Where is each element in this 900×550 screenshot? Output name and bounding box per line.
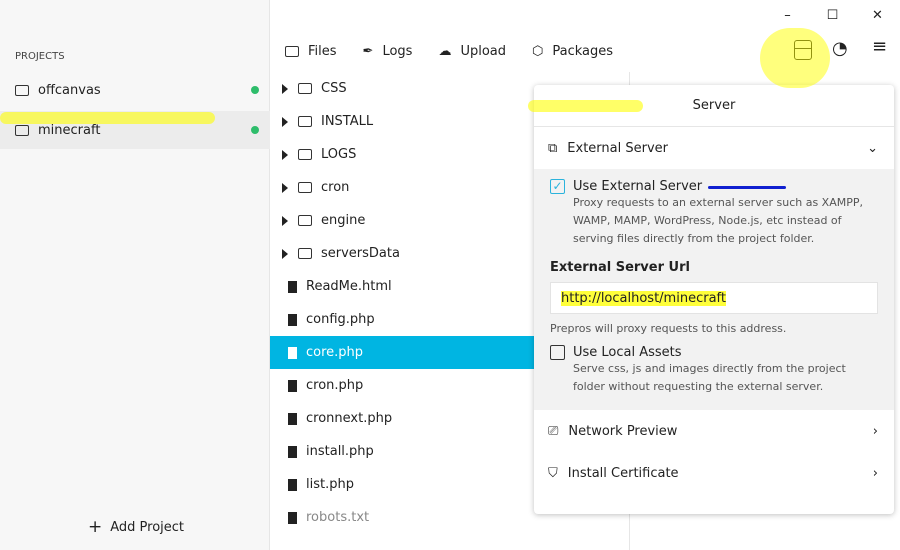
close-button[interactable]: ✕ xyxy=(855,0,900,30)
server-popover: Server ⧉ External Server ⌄ ✓ Use External S… xyxy=(534,85,894,514)
tab-logs[interactable]: ✒ Logs xyxy=(363,44,413,59)
url-value: http://localhost/minecraft xyxy=(561,290,726,306)
folder-icon xyxy=(298,116,312,127)
use-local-desc: Serve css, js and images directly from t… xyxy=(573,362,846,393)
feather-icon: ✒ xyxy=(362,43,374,59)
tab-label: Upload xyxy=(460,43,506,59)
external-link-icon: ⧉ xyxy=(548,140,558,156)
folder-icon xyxy=(285,45,299,57)
file-name: cron.php xyxy=(306,378,364,393)
cloud-icon: ☁ xyxy=(438,43,452,59)
item-label: Network Preview xyxy=(568,423,678,439)
file-icon xyxy=(288,445,297,458)
tab-upload[interactable]: ☁ Upload xyxy=(438,44,506,59)
menu-icon[interactable]: ≡ xyxy=(872,36,887,57)
checkbox-checked-icon: ✓ xyxy=(550,179,565,194)
folder-icon xyxy=(15,84,29,96)
folder-icon xyxy=(298,182,312,193)
file-icon xyxy=(288,478,297,491)
file-name: ReadMe.html xyxy=(306,279,392,294)
file-icon xyxy=(288,346,297,359)
annotation-highlight xyxy=(760,28,830,88)
maximize-button[interactable]: ☐ xyxy=(810,0,855,30)
tab-label: Packages xyxy=(552,43,614,59)
package-icon: ⬡ xyxy=(532,43,544,59)
folder-icon xyxy=(298,215,312,226)
external-server-url-input[interactable]: http://localhost/minecraft xyxy=(550,282,878,314)
file-name: INSTALL xyxy=(321,114,374,129)
checkbox-icon xyxy=(550,345,565,360)
sidebar: PROJECTS offcanvas minecraft + Add Projec… xyxy=(0,0,270,550)
file-icon xyxy=(288,280,297,293)
expand-arrow-icon[interactable] xyxy=(282,116,288,127)
file-name: LOGS xyxy=(321,147,357,162)
expand-arrow-icon[interactable] xyxy=(282,215,288,226)
file-icon xyxy=(288,313,297,326)
file-icon xyxy=(288,511,297,524)
speed-icon[interactable]: ◔ xyxy=(832,38,848,59)
file-name: config.php xyxy=(306,312,375,327)
tab-label: Logs xyxy=(382,43,413,59)
use-local-assets-checkbox[interactable]: Use Local Assets xyxy=(550,345,878,360)
file-name: cron xyxy=(321,180,350,195)
status-dot xyxy=(251,126,259,134)
folder-icon xyxy=(298,83,312,94)
plus-icon: + xyxy=(88,517,103,537)
project-name: offcanvas xyxy=(38,82,101,98)
file-icon xyxy=(288,379,297,392)
chevron-down-icon: ⌄ xyxy=(867,140,878,156)
file-name: serversData xyxy=(321,246,400,261)
file-name: engine xyxy=(321,213,366,228)
window-controls: – ☐ ✕ xyxy=(765,0,900,30)
projects-heading: PROJECTS xyxy=(15,51,65,62)
file-name: list.php xyxy=(306,477,354,492)
tab-packages[interactable]: ⬡ Packages xyxy=(532,44,613,59)
annotation-highlight xyxy=(0,112,215,124)
checkbox-label: Use Local Assets xyxy=(573,345,682,360)
annotation-scribble xyxy=(708,186,786,189)
chevron-right-icon: › xyxy=(872,423,878,439)
install-certificate-item[interactable]: ⛉ Install Certificate › xyxy=(534,452,894,494)
folder-icon xyxy=(298,248,312,259)
item-label: Install Certificate xyxy=(567,465,679,481)
minimize-button[interactable]: – xyxy=(765,0,810,30)
use-external-desc: Proxy requests to an external server suc… xyxy=(573,196,863,245)
folder-icon xyxy=(298,149,312,160)
annotation-highlight xyxy=(528,100,643,112)
file-name: CSS xyxy=(321,81,347,96)
shield-icon: ⛉ xyxy=(548,465,558,481)
file-name: core.php xyxy=(306,345,364,360)
expand-arrow-icon[interactable] xyxy=(282,248,288,259)
network-preview-item[interactable]: ⎚ Network Preview › xyxy=(534,410,894,452)
expand-arrow-icon[interactable] xyxy=(282,182,288,193)
tab-files[interactable]: Files xyxy=(285,44,337,59)
add-project-button[interactable]: + Add Project xyxy=(88,517,185,537)
expand-arrow-icon[interactable] xyxy=(282,149,288,160)
cast-icon: ⎚ xyxy=(548,423,559,439)
external-server-section[interactable]: ⧉ External Server ⌄ xyxy=(534,127,894,169)
status-dot xyxy=(251,86,259,94)
folder-icon xyxy=(15,124,29,136)
file-name: robots.txt xyxy=(306,510,370,525)
project-name: minecraft xyxy=(38,122,101,138)
add-project-label: Add Project xyxy=(110,520,185,535)
checkbox-label: Use External Server xyxy=(573,179,703,194)
chevron-right-icon: › xyxy=(872,465,878,481)
file-icon xyxy=(288,412,297,425)
file-name: install.php xyxy=(306,444,374,459)
url-hint: Prepros will proxy requests to this addr… xyxy=(550,322,787,335)
project-offcanvas[interactable]: offcanvas xyxy=(0,71,270,109)
tab-label: Files xyxy=(308,43,337,59)
expand-arrow-icon[interactable] xyxy=(282,83,288,94)
url-label: External Server Url xyxy=(550,260,690,275)
section-label: External Server xyxy=(567,140,668,156)
file-name: cronnext.php xyxy=(306,411,393,426)
